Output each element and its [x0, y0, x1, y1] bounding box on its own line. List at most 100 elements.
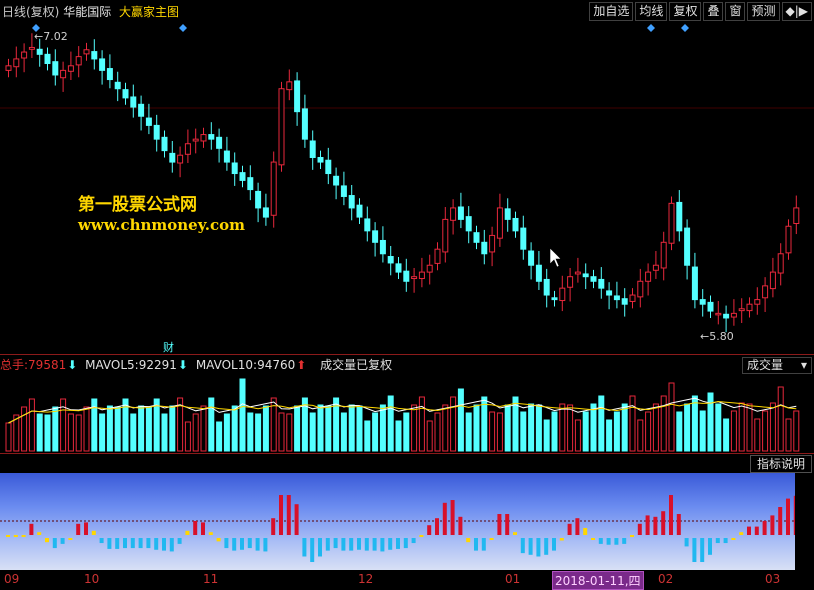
- candle[interactable]: [91, 51, 98, 60]
- forecast-button[interactable]: 预测: [747, 2, 780, 21]
- volume-chart[interactable]: [0, 375, 814, 453]
- candle[interactable]: [457, 206, 464, 220]
- candle[interactable]: [364, 218, 371, 232]
- candle[interactable]: [348, 195, 355, 209]
- period-label[interactable]: 日线(复权): [2, 5, 59, 19]
- candle[interactable]: [535, 264, 542, 282]
- candle[interactable]: [574, 271, 581, 275]
- candle[interactable]: [114, 81, 121, 90]
- candle[interactable]: [637, 280, 644, 298]
- candle[interactable]: [325, 159, 332, 175]
- candle[interactable]: [356, 204, 363, 218]
- candle[interactable]: [5, 65, 12, 71]
- candle[interactable]: [715, 312, 722, 316]
- candle[interactable]: [192, 138, 199, 142]
- candle[interactable]: [551, 297, 558, 301]
- candle[interactable]: [223, 150, 230, 163]
- candle[interactable]: [489, 234, 496, 253]
- candle[interactable]: [138, 103, 145, 117]
- candle[interactable]: [426, 264, 433, 273]
- candle[interactable]: [28, 46, 35, 50]
- candle[interactable]: [184, 143, 191, 155]
- candle[interactable]: [44, 53, 51, 65]
- candle[interactable]: [60, 69, 67, 79]
- candle[interactable]: [598, 278, 605, 289]
- candle[interactable]: [590, 276, 597, 282]
- candle[interactable]: [746, 303, 753, 312]
- candle[interactable]: [36, 48, 43, 55]
- candle[interactable]: [231, 162, 238, 175]
- candle[interactable]: [75, 56, 82, 66]
- candle[interactable]: [567, 276, 574, 288]
- indicator-name[interactable]: 大赢家主图: [119, 5, 179, 19]
- candle[interactable]: [67, 65, 74, 72]
- candle[interactable]: [317, 156, 324, 163]
- indicator-help-button[interactable]: 指标说明: [750, 455, 812, 473]
- candle[interactable]: [21, 51, 28, 59]
- candle[interactable]: [660, 241, 667, 269]
- candle[interactable]: [785, 225, 792, 254]
- candle[interactable]: [418, 271, 425, 280]
- candle[interactable]: [177, 154, 184, 164]
- candle[interactable]: [255, 190, 262, 209]
- candle[interactable]: [395, 263, 402, 273]
- candle[interactable]: [434, 248, 441, 264]
- candle[interactable]: [543, 278, 550, 296]
- volume-indicator-dropdown[interactable]: 成交量 ▾: [742, 357, 812, 374]
- candle[interactable]: [777, 253, 784, 274]
- candle[interactable]: [379, 239, 386, 255]
- candle[interactable]: [723, 313, 730, 319]
- candle[interactable]: [528, 250, 535, 266]
- candle[interactable]: [754, 299, 761, 305]
- candle[interactable]: [99, 58, 106, 71]
- candle[interactable]: [216, 136, 223, 149]
- price-chart[interactable]: ←7.02 ←5.80 财: [0, 22, 814, 354]
- candle[interactable]: [465, 216, 472, 232]
- candle[interactable]: [520, 227, 527, 250]
- candle[interactable]: [161, 136, 168, 152]
- candle[interactable]: [481, 241, 488, 255]
- candle[interactable]: [403, 270, 410, 282]
- candle[interactable]: [52, 61, 59, 76]
- candle[interactable]: [13, 58, 20, 68]
- candle[interactable]: [333, 175, 340, 186]
- candle[interactable]: [270, 161, 277, 216]
- candle[interactable]: [294, 80, 301, 113]
- candle[interactable]: [582, 273, 589, 278]
- candle[interactable]: [169, 152, 176, 163]
- candle[interactable]: [442, 218, 449, 253]
- candle[interactable]: [559, 287, 566, 302]
- candle[interactable]: [730, 312, 737, 318]
- candle[interactable]: [286, 81, 293, 91]
- candle[interactable]: [496, 207, 503, 239]
- candle[interactable]: [668, 202, 675, 244]
- candle[interactable]: [652, 264, 659, 271]
- candle[interactable]: [473, 232, 480, 243]
- candle[interactable]: [793, 207, 800, 225]
- candle[interactable]: [247, 177, 254, 191]
- finance-marker[interactable]: 财: [163, 340, 174, 354]
- candle[interactable]: [684, 227, 691, 266]
- candle[interactable]: [621, 298, 628, 305]
- candle[interactable]: [691, 266, 698, 301]
- playback-button[interactable]: ◆|▶: [781, 2, 812, 21]
- candle[interactable]: [200, 134, 207, 142]
- candle[interactable]: [278, 88, 285, 166]
- indicator-chart[interactable]: [0, 473, 795, 570]
- candle[interactable]: [130, 96, 137, 108]
- candle[interactable]: [83, 49, 90, 55]
- candle[interactable]: [450, 207, 457, 221]
- window-button[interactable]: 窗: [725, 2, 746, 21]
- candle[interactable]: [301, 108, 308, 140]
- overlay-button[interactable]: 叠: [703, 2, 724, 21]
- candle[interactable]: [613, 295, 620, 301]
- candle[interactable]: [145, 117, 152, 126]
- candle[interactable]: [699, 299, 706, 305]
- candle[interactable]: [122, 89, 129, 99]
- candle[interactable]: [738, 308, 745, 312]
- candle[interactable]: [208, 134, 215, 140]
- candle[interactable]: [629, 294, 636, 302]
- candle[interactable]: [387, 256, 394, 264]
- candle[interactable]: [645, 271, 652, 282]
- candle[interactable]: [153, 124, 160, 140]
